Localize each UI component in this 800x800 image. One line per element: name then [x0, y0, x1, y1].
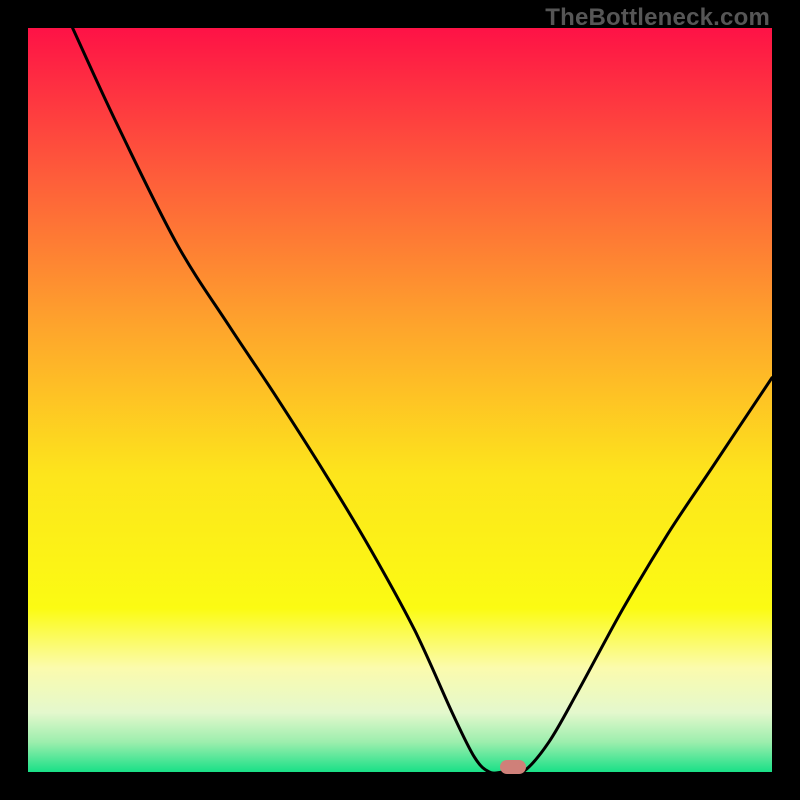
chart-plot-area [28, 28, 772, 772]
chart-svg [28, 28, 772, 772]
optimal-marker [500, 760, 526, 774]
chart-background [28, 28, 772, 772]
